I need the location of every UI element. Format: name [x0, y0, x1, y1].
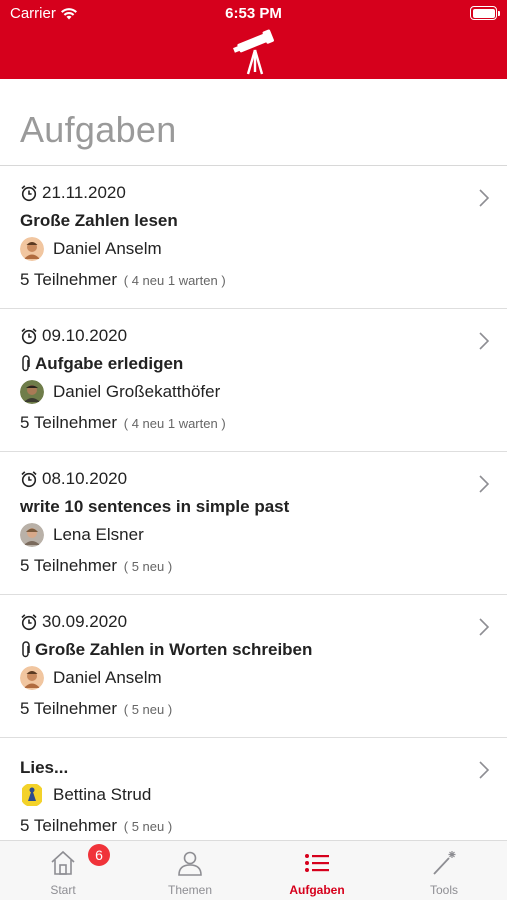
participants-status: ( 5 neu ) — [123, 702, 173, 717]
tab-start[interactable]: 6 Start — [0, 841, 126, 900]
chevron-right-icon — [479, 189, 490, 207]
task-title-label: write 10 sentences in simple past — [20, 497, 290, 516]
teacher-name: Daniel Anselm — [53, 668, 162, 687]
avatar — [20, 380, 44, 404]
due-date: 30.09.2020 — [20, 612, 127, 632]
teacher: Lena Elsner — [20, 523, 144, 547]
due-date: 08.10.2020 — [20, 469, 127, 489]
participants-count: 5 Teilnehmer — [20, 699, 118, 718]
participants: 5 Teilnehmer ( 4 neu 1 warten ) — [20, 413, 226, 433]
tab-bar: 6 Start Themen Aufgaben Tools — [0, 840, 507, 900]
chevron-right-icon — [479, 332, 490, 350]
app-header: Carrier 6:53 PM — [0, 0, 507, 79]
task-title-label: Große Zahlen in Worten schreiben — [35, 640, 313, 659]
teacher-name: Lena Elsner — [53, 525, 144, 544]
participants: 5 Teilnehmer ( 5 neu ) — [20, 816, 172, 836]
due-date-label: 08.10.2020 — [42, 469, 128, 488]
teacher: Daniel Anselm — [20, 666, 162, 690]
alarm-clock-icon — [21, 328, 37, 345]
teacher: Bettina Strud — [20, 783, 151, 807]
teacher-name: Daniel Großekatthöfer — [53, 382, 221, 401]
paperclip-icon — [22, 641, 30, 658]
participants-count: 5 Teilnehmer — [20, 556, 118, 575]
teacher-name: Bettina Strud — [53, 785, 152, 804]
alarm-clock-icon — [21, 614, 37, 631]
avatar — [20, 237, 44, 261]
avatar — [20, 666, 44, 690]
title-bar: Aufgaben — [0, 79, 507, 166]
tab-themen[interactable]: Themen — [127, 841, 253, 900]
task-title: Lies... — [20, 758, 68, 778]
status-bar: Carrier 6:53 PM — [0, 0, 507, 28]
task-title: Große Zahlen in Worten schreiben — [20, 640, 312, 660]
task-title: Aufgabe erledigen — [20, 354, 183, 374]
teacher: Daniel Großekatthöfer — [20, 380, 220, 404]
avatar — [22, 784, 42, 806]
tab-label: Aufgaben — [289, 883, 345, 897]
participants-status: ( 5 neu ) — [123, 819, 173, 834]
avatar — [20, 523, 44, 547]
participants-count: 5 Teilnehmer — [20, 270, 118, 289]
due-date-label: 30.09.2020 — [42, 612, 128, 631]
participants: 5 Teilnehmer ( 5 neu ) — [20, 556, 172, 576]
tab-label: Start — [50, 883, 76, 897]
task-row[interactable]: Lies... Bettina Strud 5 Teilnehmer ( 5 n… — [0, 738, 507, 848]
list-icon — [305, 854, 329, 872]
participants-status: ( 4 neu 1 warten ) — [123, 416, 226, 431]
chevron-right-icon — [479, 618, 490, 636]
task-title-label: Lies... — [20, 758, 69, 777]
notification-badge: 6 — [88, 844, 110, 866]
telescope-icon — [233, 29, 274, 75]
participants: 5 Teilnehmer ( 4 neu 1 warten ) — [20, 270, 226, 290]
participants-count: 5 Teilnehmer — [20, 413, 118, 432]
participants-status: ( 5 neu ) — [123, 559, 173, 574]
due-date-label: 21.11.2020 — [42, 183, 126, 202]
home-icon — [51, 850, 75, 875]
tab-aufgaben[interactable]: Aufgaben — [254, 841, 380, 900]
due-date: 09.10.2020 — [20, 326, 127, 346]
task-row[interactable]: 09.10.2020 Aufgabe erledigen Daniel Groß… — [0, 309, 507, 452]
chevron-right-icon — [479, 475, 490, 493]
task-row[interactable]: 08.10.2020 write 10 sentences in simple … — [0, 452, 507, 595]
task-row[interactable]: 30.09.2020 Große Zahlen in Worten schrei… — [0, 595, 507, 738]
person-icon — [178, 851, 202, 876]
teacher: Daniel Anselm — [20, 237, 162, 261]
chevron-right-icon — [479, 761, 490, 779]
due-date-label: 09.10.2020 — [42, 326, 128, 345]
participants: 5 Teilnehmer ( 5 neu ) — [20, 699, 172, 719]
battery-icon — [470, 6, 500, 20]
page-title: Aufgaben — [20, 109, 177, 150]
due-date: 21.11.2020 — [20, 183, 126, 203]
paperclip-icon — [22, 355, 30, 372]
task-row[interactable]: 21.11.2020 Große Zahlen lesen Daniel Ans… — [0, 166, 507, 309]
task-title-label: Aufgabe erledigen — [35, 354, 184, 373]
magic-wand-icon — [433, 851, 456, 875]
teacher-name: Daniel Anselm — [53, 239, 162, 258]
tab-label: Tools — [429, 883, 458, 897]
clock: 6:53 PM — [225, 5, 282, 22]
task-title-label: Große Zahlen lesen — [20, 211, 178, 230]
participants-status: ( 4 neu 1 warten ) — [123, 273, 226, 288]
alarm-clock-icon — [21, 471, 37, 488]
tab-tools[interactable]: Tools — [381, 841, 507, 900]
participants-count: 5 Teilnehmer — [20, 816, 118, 835]
task-title: Große Zahlen lesen — [20, 211, 178, 231]
alarm-clock-icon — [21, 185, 37, 202]
task-title: write 10 sentences in simple past — [20, 497, 289, 517]
tab-label: Themen — [167, 883, 213, 897]
task-list: 21.11.2020 Große Zahlen lesen Daniel Ans… — [0, 166, 507, 848]
